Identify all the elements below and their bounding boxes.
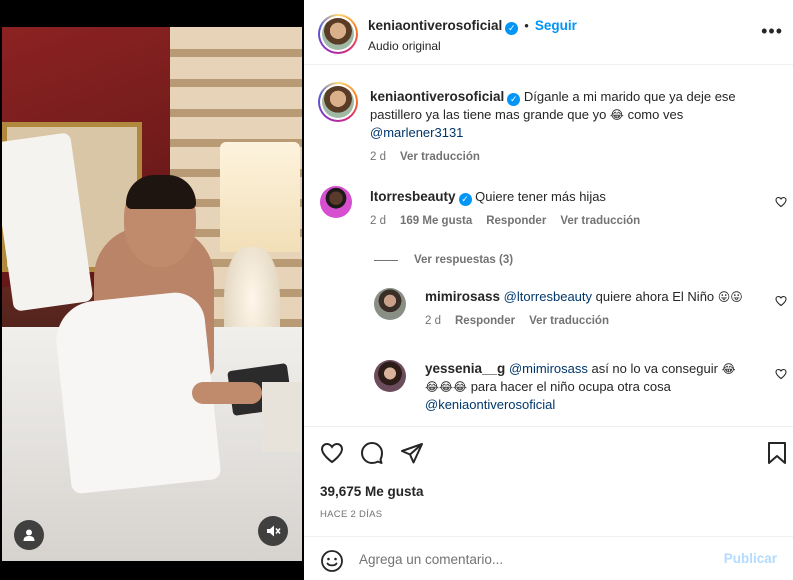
post-media [0, 0, 304, 580]
reply-mention-link[interactable]: @mimirosass [509, 361, 588, 376]
post-timestamp[interactable]: HACE 2 DÍAS [320, 509, 382, 520]
reply-avatar[interactable] [374, 360, 406, 392]
comment-reply-button[interactable]: Responder [486, 215, 546, 227]
view-replies-label: Ver respuestas (3) [414, 254, 514, 266]
like-heart-icon[interactable] [318, 439, 346, 467]
laughing-emoji-icon: 😂😂😂 [425, 380, 468, 394]
comment-username[interactable]: ltorresbeauty [370, 189, 456, 204]
comments-list: keniaontiverosoficial ✓ Díganle a mi mari… [304, 66, 793, 426]
reply-avatar[interactable] [374, 288, 406, 320]
view-replies-button[interactable]: Ver respuestas (3) [374, 254, 513, 266]
reply-username[interactable]: mimirosass [425, 289, 500, 304]
mute-button[interactable] [258, 516, 288, 546]
post-header: keniaontiverosoficial ✓ • Seguir Audio orig… [304, 0, 793, 65]
reply-text: así no lo va conseguir [587, 361, 722, 376]
caption-translate-link[interactable]: Ver traducción [400, 151, 480, 163]
comment-composer: Publicar [304, 536, 793, 580]
reply-time: 2 d [425, 315, 441, 327]
author-username[interactable]: keniaontiverosoficial [368, 18, 502, 33]
verified-badge-icon: ✓ [507, 93, 521, 106]
comment-time: 2 d [370, 215, 386, 227]
reply-text-2: para hacer el niño ocupa otra cosa [467, 379, 671, 394]
separator-dot: • [524, 18, 529, 33]
comment-translate-link[interactable]: Ver traducción [560, 215, 640, 227]
reply-translate-link[interactable]: Ver traducción [529, 315, 609, 327]
save-bookmark-icon[interactable] [763, 439, 791, 467]
comment-text: Quiere tener más hijas [475, 189, 606, 204]
caption-time: 2 d [370, 151, 386, 163]
comment-likes-link[interactable]: 169 Me gusta [400, 215, 472, 227]
commenter-avatar[interactable] [320, 186, 352, 218]
reply: yessenia__g @mimirosass así no lo va con… [425, 360, 760, 414]
comment-like-heart-icon[interactable] [775, 196, 787, 211]
verified-badge-icon: ✓ [505, 22, 519, 35]
video-scene-lamp [220, 142, 300, 252]
likes-count[interactable]: 39,675 Me gusta [320, 484, 424, 499]
comment: ltorresbeauty ✓ Quiere tener más hijas 2 … [370, 188, 770, 227]
caption-text-2: como ves [623, 107, 684, 122]
speaker-muted-icon [267, 525, 281, 537]
emoji-smiley-icon[interactable] [320, 549, 344, 578]
caption-mention-link[interactable]: @marlener3131 [370, 125, 463, 140]
reply-mention-link[interactable]: @ltorresbeauty [504, 289, 592, 304]
reply-like-heart-icon[interactable] [775, 368, 787, 383]
video-scene-nightstand [262, 382, 302, 452]
reply-like-heart-icon[interactable] [775, 295, 787, 310]
tagged-users-button[interactable] [14, 520, 44, 550]
caption-username[interactable]: keniaontiverosoficial [370, 89, 504, 104]
laughing-emoji-icon: 😂 [609, 108, 624, 122]
verified-badge-icon: ✓ [458, 193, 472, 206]
audio-label[interactable]: Audio original [368, 39, 441, 53]
post-actions: 39,675 Me gusta HACE 2 DÍAS [304, 426, 793, 536]
share-paper-plane-icon[interactable] [398, 439, 426, 467]
comment-input[interactable] [359, 549, 719, 569]
more-options-icon[interactable]: ••• [761, 22, 783, 40]
author-avatar[interactable] [318, 14, 358, 54]
caption-avatar[interactable] [318, 82, 358, 122]
reply-text: quiere ahora El Niño [592, 289, 718, 304]
laughing-emoji-icon: 😂 [721, 362, 736, 376]
replies-divider-line [374, 259, 398, 261]
reply-mention-link[interactable]: @keniaontiverosoficial [425, 397, 555, 412]
post-video[interactable] [2, 27, 302, 561]
reply: mimirosass @ltorresbeauty quiere ahora E… [425, 288, 760, 327]
tongue-emoji-icon: 😛😛 [717, 290, 743, 304]
video-scene-hand [192, 382, 262, 404]
reply-reply-button[interactable]: Responder [455, 315, 515, 327]
follow-button[interactable]: Seguir [535, 18, 577, 33]
post-details-pane: keniaontiverosoficial ✓ • Seguir Audio orig… [304, 0, 793, 580]
user-icon [23, 529, 35, 541]
comment-bubble-icon[interactable] [358, 439, 386, 467]
caption: keniaontiverosoficial ✓ Díganle a mi mari… [370, 88, 770, 163]
reply-username[interactable]: yessenia__g [425, 361, 505, 376]
publish-button[interactable]: Publicar [724, 551, 777, 566]
